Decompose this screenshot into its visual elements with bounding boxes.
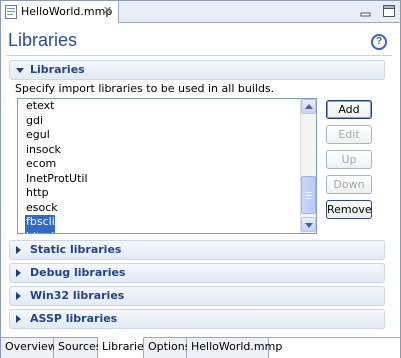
scroll-up-button[interactable] (301, 99, 316, 114)
down-button[interactable]: Down (326, 175, 372, 194)
tab-libraries[interactable]: Libraries (98, 337, 150, 358)
section-libraries-title: Libraries (30, 63, 85, 76)
scroll-thumb[interactable] (301, 176, 316, 214)
expand-right-icon[interactable] (16, 269, 21, 277)
tab-options[interactable]: Options (144, 338, 190, 358)
section-libraries[interactable]: Libraries (9, 60, 385, 80)
up-button[interactable]: Up (326, 150, 372, 169)
chevron-down-icon (305, 223, 313, 228)
list-item-selected[interactable]: bitgdi (25, 229, 57, 233)
remove-button[interactable]: Remove (326, 200, 372, 219)
tab-overview[interactable]: Overview (1, 338, 57, 358)
list-scrollbar[interactable] (300, 99, 316, 233)
section-win32-libraries[interactable]: Win32 libraries (9, 286, 385, 306)
section-static-libraries[interactable]: Static libraries (9, 240, 385, 260)
chevron-up-icon (305, 104, 313, 109)
expand-right-icon[interactable] (16, 315, 21, 323)
section-assp-libraries[interactable]: ASSP libraries (9, 309, 385, 329)
libraries-list[interactable]: etext gdi egul insock ecom InetProtUtil … (17, 98, 317, 234)
list-item[interactable]: insock (18, 143, 302, 158)
maximize-icon[interactable] (382, 4, 396, 18)
page-title: Libraries (8, 30, 78, 50)
editor-tab[interactable]: HelloWorld.mmp ✕ (1, 1, 119, 23)
list-item-selected[interactable]: fbscli (25, 215, 55, 230)
editor-frame: HelloWorld.mmp ✕ Libraries ? Libraries S… (0, 0, 401, 358)
libraries-description: Specify import libraries to be used in a… (15, 82, 275, 95)
tab-sources[interactable]: Sources (54, 338, 102, 358)
edit-button[interactable]: Edit (326, 125, 372, 144)
window-controls (353, 4, 397, 21)
expand-down-icon[interactable] (16, 68, 24, 73)
list-item[interactable]: esock (18, 201, 302, 216)
title-divider (6, 55, 392, 56)
list-item[interactable]: gdi (18, 114, 302, 129)
editor-tab-label: HelloWorld.mmp (21, 5, 113, 18)
expand-right-icon[interactable] (16, 246, 21, 254)
list-item[interactable]: egul (18, 128, 302, 143)
minimize-icon[interactable] (359, 4, 373, 18)
scroll-down-button[interactable] (301, 217, 316, 232)
libraries-list-items: etext gdi egul insock ecom InetProtUtil … (18, 99, 302, 233)
section-title: Win32 libraries (30, 289, 125, 302)
section-title: Debug libraries (30, 266, 126, 279)
section-title: Static libraries (30, 243, 122, 256)
list-item[interactable]: http (18, 186, 302, 201)
expand-right-icon[interactable] (16, 292, 21, 300)
section-title: ASSP libraries (30, 312, 118, 325)
close-tab-icon[interactable]: ✕ (103, 4, 112, 17)
editor-page-tabs: Overview Sources Libraries Options Hello… (1, 337, 400, 358)
add-button[interactable]: Add (326, 100, 372, 119)
list-item[interactable]: InetProtUtil (18, 172, 302, 187)
editor-tabbar: HelloWorld.mmp ✕ (1, 1, 400, 23)
list-item[interactable]: etext (18, 99, 302, 114)
list-item[interactable]: ecom (18, 157, 302, 172)
mmp-file-icon (5, 5, 17, 19)
section-debug-libraries[interactable]: Debug libraries (9, 263, 385, 283)
help-icon[interactable]: ? (371, 34, 387, 50)
tab-helloworld-mmp[interactable]: HelloWorld.mmp (187, 338, 282, 358)
